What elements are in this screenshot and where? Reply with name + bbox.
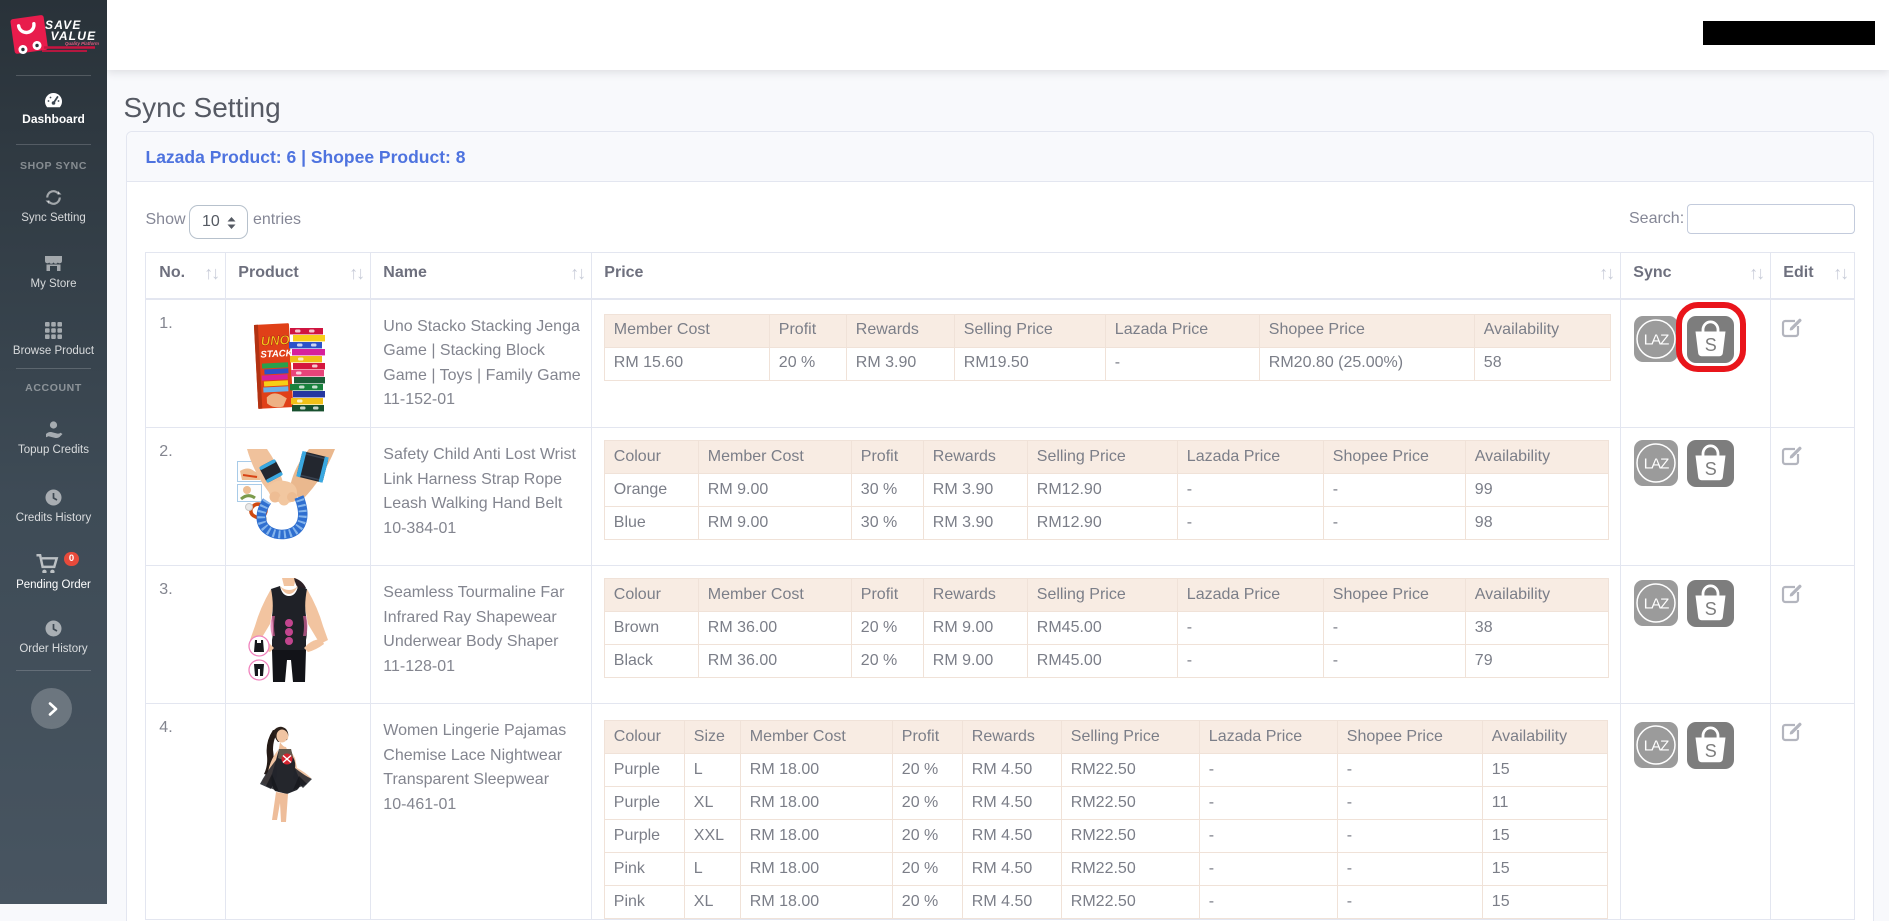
svg-text:S: S [1705, 599, 1717, 619]
svg-text:UNO: UNO [261, 332, 291, 348]
svg-text:Quality Platform: Quality Platform [65, 41, 99, 46]
svg-text:LAZ: LAZ [1644, 596, 1669, 613]
svg-text:S: S [1705, 459, 1717, 479]
svg-text:LAZ: LAZ [1644, 738, 1669, 755]
svg-text:LAZ: LAZ [1644, 456, 1669, 473]
svg-text:LAZ: LAZ [1644, 331, 1669, 348]
svg-text:S: S [1705, 741, 1717, 761]
